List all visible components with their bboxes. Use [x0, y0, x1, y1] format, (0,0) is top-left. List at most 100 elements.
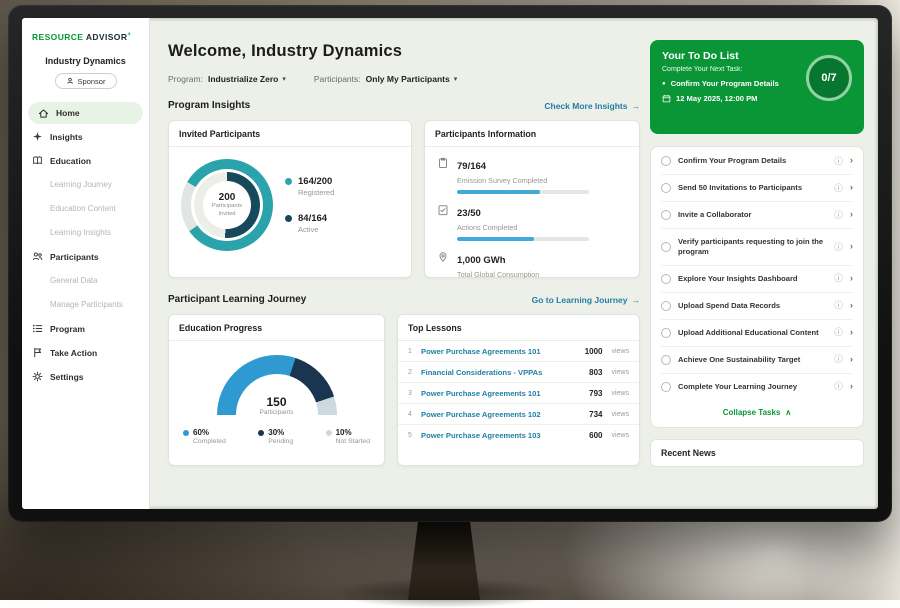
task-checkbox[interactable]: [661, 156, 671, 166]
info-icon[interactable]: ⓘ: [834, 184, 843, 193]
invited-center-value: 200: [219, 192, 236, 203]
task-checkbox[interactable]: [661, 274, 671, 284]
sidebar-item-education[interactable]: Education: [22, 149, 149, 172]
education-gauge-center: 150 Participants: [217, 395, 337, 415]
task-row-send-invitations[interactable]: Send 50 Invitations to Participants ⓘ ›: [661, 175, 853, 202]
lesson-link[interactable]: Financial Considerations - VPPAs: [421, 368, 582, 377]
active-value: 84/164: [298, 213, 327, 224]
task-row-upload-educational-content[interactable]: Upload Additional Educational Content ⓘ …: [661, 320, 853, 347]
lesson-views-label: views: [611, 369, 629, 376]
recent-news-header[interactable]: Recent News: [650, 439, 864, 467]
logo-primary: RESOURCE: [32, 32, 83, 42]
task-row-explore-insights[interactable]: Explore Your Insights Dashboard ⓘ ›: [661, 266, 853, 293]
chevron-right-icon[interactable]: ›: [850, 242, 853, 252]
task-row-upload-spend-data[interactable]: Upload Spend Data Records ⓘ ›: [661, 293, 853, 320]
sidebar-item-settings[interactable]: Settings: [22, 365, 149, 388]
sidebar-item-participants[interactable]: Participants: [22, 245, 149, 268]
education-progress-card-title: Education Progress: [169, 315, 384, 341]
task-row-complete-learning-journey[interactable]: Complete Your Learning Journey ⓘ ›: [661, 374, 853, 400]
lesson-link[interactable]: Power Purchase Agreements 102: [421, 410, 582, 419]
chevron-right-icon[interactable]: ›: [850, 355, 853, 365]
chevron-right-icon[interactable]: ›: [850, 274, 853, 284]
sponsor-person-icon: [66, 77, 74, 85]
task-checkbox[interactable]: [661, 183, 671, 193]
chevron-right-icon[interactable]: ›: [850, 328, 853, 338]
chevron-right-icon[interactable]: ›: [850, 156, 853, 166]
sponsor-badge-label: Sponsor: [78, 77, 106, 86]
chevron-right-icon[interactable]: ›: [850, 301, 853, 311]
sidebar-item-general-data[interactable]: General Data: [22, 269, 149, 292]
task-checkbox[interactable]: [661, 355, 671, 365]
invited-donut-center: 200 Participants Invited: [203, 181, 251, 229]
task-row-confirm-program[interactable]: Confirm Your Program Details ⓘ ›: [661, 148, 853, 175]
learning-journey-title: Participant Learning Journey: [168, 294, 306, 305]
participants-icon: [32, 251, 43, 262]
info-icon[interactable]: ⓘ: [834, 382, 843, 391]
chevron-right-icon[interactable]: ›: [850, 210, 853, 220]
info-icon[interactable]: ⓘ: [834, 274, 843, 283]
task-checkbox[interactable]: [661, 328, 671, 338]
sidebar-item-learning-journey[interactable]: Learning Journey: [22, 173, 149, 196]
sidebar-item-learning-insights[interactable]: Learning Insights: [22, 221, 149, 244]
monitor-stand: [408, 521, 480, 600]
task-checkbox[interactable]: [661, 210, 671, 220]
emission-survey-value: 79/164: [457, 161, 486, 172]
program-filter-label: Program:: [168, 74, 203, 84]
task-label: Send 50 Invitations to Participants: [678, 183, 827, 193]
chevron-right-icon[interactable]: ›: [850, 382, 853, 392]
collapse-tasks-button[interactable]: Collapse Tasks ∧: [661, 400, 853, 426]
task-row-invite-collaborator[interactable]: Invite a Collaborator ⓘ ›: [661, 202, 853, 229]
sidebar-item-label: Settings: [50, 372, 84, 382]
insights-icon: [32, 131, 43, 142]
sidebar-item-label: Education: [50, 156, 91, 166]
info-icon[interactable]: ⓘ: [834, 157, 843, 166]
check-more-insights-link[interactable]: Check More Insights →: [544, 101, 640, 111]
participants-filter-value: Only My Participants: [366, 74, 450, 84]
learning-journey-cards: Education Progress 150 Participants 60%C…: [168, 314, 642, 466]
go-to-learning-journey-label: Go to Learning Journey: [532, 295, 628, 305]
lesson-link[interactable]: Power Purchase Agreements 103: [421, 431, 582, 440]
sidebar-item-education-content[interactable]: Education Content: [22, 197, 149, 220]
participants-filter-dropdown[interactable]: Participants: Only My Participants ▾: [314, 74, 457, 84]
task-row-achieve-target[interactable]: Achieve One Sustainability Target ⓘ ›: [661, 347, 853, 374]
program-filter-dropdown[interactable]: Program: Industrialize Zero ▾: [168, 74, 286, 84]
lesson-link[interactable]: Power Purchase Agreements 101: [421, 389, 582, 398]
task-label: Explore Your Insights Dashboard: [678, 274, 827, 284]
lesson-row: 3 Power Purchase Agreements 101 793 view…: [398, 383, 639, 404]
chevron-right-icon[interactable]: ›: [850, 183, 853, 193]
lesson-rank: 3: [408, 390, 414, 397]
go-to-learning-journey-link[interactable]: Go to Learning Journey →: [532, 295, 640, 305]
info-icon[interactable]: ⓘ: [834, 211, 843, 220]
info-icon[interactable]: ⓘ: [834, 328, 843, 337]
task-checkbox[interactable]: [661, 301, 671, 311]
lesson-views-label: views: [611, 411, 629, 418]
emission-survey-progressbar: [457, 190, 589, 194]
task-label: Verify participants requesting to join t…: [678, 237, 827, 257]
arrow-right-icon: →: [632, 101, 641, 111]
task-row-verify-participants[interactable]: Verify participants requesting to join t…: [661, 229, 853, 266]
sidebar-item-home[interactable]: Home: [28, 102, 143, 124]
info-icon[interactable]: ⓘ: [834, 243, 843, 252]
task-label: Upload Spend Data Records: [678, 301, 827, 311]
lesson-views: 1000: [585, 347, 603, 356]
dashboard-screen: RESOURCE ADVISOR+ Industry Dynamics Spon…: [22, 18, 878, 509]
sidebar-item-take-action[interactable]: Take Action: [22, 341, 149, 364]
pending-label: Pending: [268, 438, 293, 445]
lesson-rank: 1: [408, 348, 414, 355]
not-started-pct: 10%: [336, 428, 370, 437]
task-checkbox[interactable]: [661, 382, 671, 392]
task-checkbox[interactable]: [661, 242, 671, 252]
logo-secondary: ADVISOR+: [86, 32, 131, 42]
sidebar-item-manage-participants[interactable]: Manage Participants: [22, 293, 149, 316]
task-label: Confirm Your Program Details: [678, 156, 827, 166]
sidebar-item-insights[interactable]: Insights: [22, 125, 149, 148]
info-icon[interactable]: ⓘ: [834, 301, 843, 310]
lesson-views-label: views: [611, 390, 629, 397]
collapse-caret-icon: ∧: [785, 408, 791, 417]
sidebar-item-label: Learning Insights: [50, 228, 111, 237]
legend-active: 84/164 Active: [285, 213, 334, 234]
sidebar-item-program[interactable]: Program: [22, 317, 149, 340]
lesson-link[interactable]: Power Purchase Agreements 101: [421, 347, 578, 356]
info-icon[interactable]: ⓘ: [834, 355, 843, 364]
education-center-value: 150: [217, 395, 337, 409]
